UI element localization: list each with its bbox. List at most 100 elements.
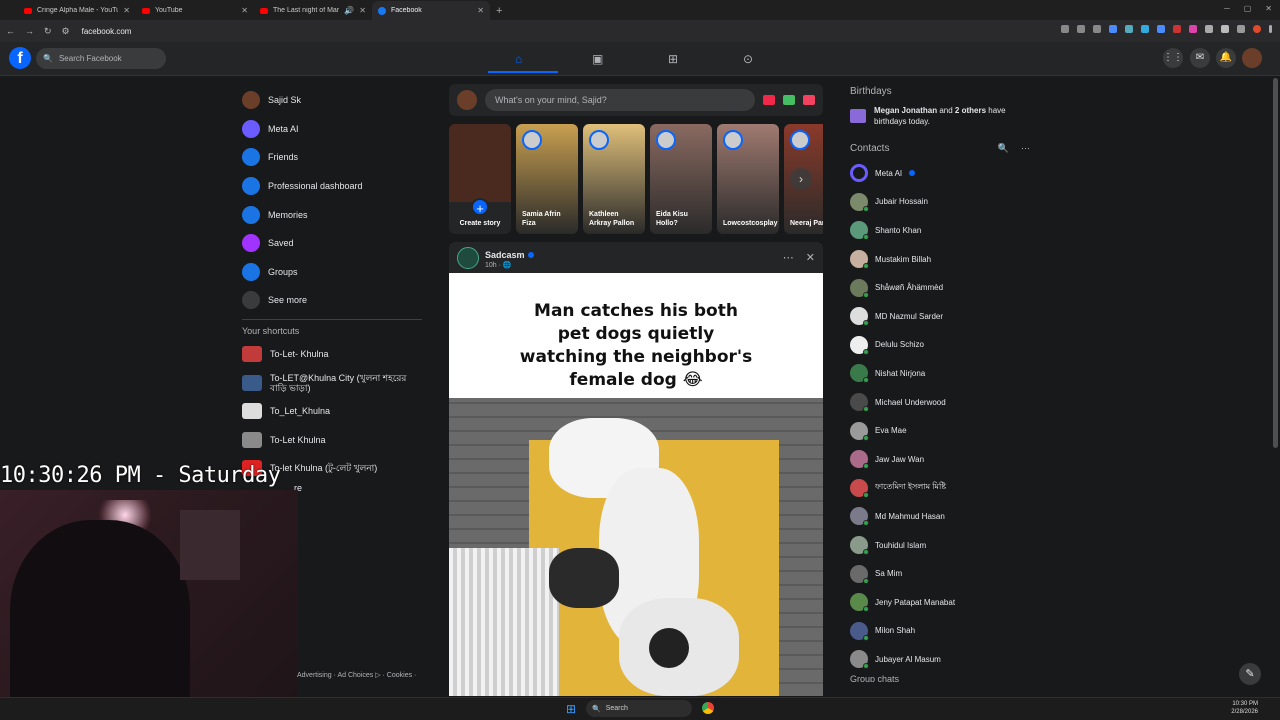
chevron-right-icon[interactable]: › [790, 168, 812, 190]
contact-item[interactable]: Jeny Patapat Manabat [850, 588, 1030, 617]
menu-grid-icon[interactable]: ⋮⋮ [1163, 48, 1183, 68]
sidepanel-icon[interactable] [1237, 25, 1245, 33]
close-icon[interactable]: ✕ [123, 6, 130, 15]
cast-icon[interactable] [1077, 25, 1085, 33]
chrome-icon[interactable] [702, 702, 714, 714]
forward-icon[interactable]: → [25, 26, 34, 36]
sidebar-item[interactable]: Groups [242, 258, 422, 287]
contact-item[interactable]: Jaw Jaw Wan [850, 445, 1030, 474]
birthday-item[interactable]: Megan Jonathan and 2 others have birthda… [850, 105, 1030, 127]
story-card[interactable]: Eida Kisu Hollo? [650, 124, 712, 234]
reel-icon[interactable] [803, 95, 815, 105]
contact-item[interactable]: Md Mahmud Hasan [850, 502, 1030, 531]
zoom-icon[interactable] [1061, 25, 1069, 33]
contact-item[interactable]: Shåwøñ Åhämmèd [850, 273, 1030, 302]
new-message-button[interactable]: ✎ [1239, 663, 1261, 685]
shortcut-item[interactable]: To-LET@Khulna City (খুলনা শহরের বাড়ি ভা… [242, 368, 422, 397]
close-icon[interactable]: ✕ [359, 6, 366, 15]
extension-icon[interactable] [1141, 25, 1149, 33]
scrollbar[interactable] [1273, 78, 1278, 448]
contact-item[interactable]: MD Nazmul Sarder [850, 302, 1030, 331]
account-avatar[interactable] [1242, 48, 1262, 68]
avatar[interactable] [457, 246, 479, 269]
post-time[interactable]: 10h · 🌐 [485, 261, 534, 269]
search-input[interactable]: 🔍 Search Facebook [36, 48, 166, 69]
create-story-card[interactable]: + Create story [449, 124, 511, 234]
extension-icon[interactable] [1189, 25, 1197, 33]
story-card[interactable]: Kathleen Arkray Pallon [583, 124, 645, 234]
browser-tab[interactable]: YouTube ✕ [136, 1, 254, 20]
more-options-icon[interactable]: ⋯ [783, 251, 794, 264]
menu-icon[interactable] [1269, 25, 1272, 33]
site-info-icon[interactable]: ⚙ [62, 26, 70, 37]
post-image[interactable]: Man catches his both pet dogs quietly wa… [449, 273, 823, 696]
contact-item[interactable]: Jubair Hossain [850, 188, 1030, 217]
marketplace-icon[interactable]: ⊞ [668, 52, 678, 66]
sidebar-item[interactable]: Meta AI [242, 115, 422, 144]
contact-item[interactable]: Mustakim Billah [850, 245, 1030, 274]
sidebar-item[interactable]: Sajid Sk [242, 86, 422, 115]
close-icon[interactable]: ✕ [806, 251, 815, 264]
photo-icon[interactable] [783, 95, 795, 105]
live-video-icon[interactable] [763, 95, 775, 105]
close-icon[interactable]: ✕ [477, 6, 484, 15]
back-icon[interactable]: ← [6, 26, 15, 36]
contact-item[interactable]: Michael Underwood [850, 388, 1030, 417]
composer-input[interactable]: What's on your mind, Sajid? [485, 89, 755, 111]
reload-icon[interactable]: ↻ [44, 26, 52, 37]
avatar[interactable] [457, 90, 477, 110]
story-card[interactable]: Lowcostcosplay [717, 124, 779, 234]
windows-start-icon[interactable]: ⊞ [566, 702, 576, 716]
contact-item[interactable]: Eva Mae [850, 416, 1030, 445]
search-icon[interactable]: 🔍 [998, 143, 1009, 154]
extension-icon[interactable] [1125, 25, 1133, 33]
star-icon[interactable] [1093, 25, 1101, 33]
profile-avatar[interactable] [1253, 25, 1261, 33]
facebook-logo[interactable]: f [9, 47, 31, 69]
gaming-icon[interactable]: ⊙ [743, 52, 753, 66]
footer-links[interactable]: Advertising · Ad Choices ▷ · Cookies · [297, 671, 416, 679]
contact-item[interactable]: Delulu Schizo [850, 331, 1030, 360]
puzzle-icon[interactable] [1221, 25, 1229, 33]
sidebar-item[interactable]: Professional dashboard [242, 172, 422, 201]
speaker-icon[interactable]: 🔊 [344, 6, 354, 15]
shortcut-item[interactable]: To-Let Khulna [242, 426, 422, 455]
contact-item[interactable]: Nishat Nirjona [850, 359, 1030, 388]
plus-icon[interactable]: + [471, 198, 489, 216]
close-icon[interactable]: ✕ [241, 6, 248, 15]
contact-item[interactable]: ফাতেমিদা ইসলাম মিষ্টি [850, 474, 1030, 503]
contact-item[interactable]: Meta AI [850, 159, 1030, 188]
sidebar-item[interactable]: Saved [242, 229, 422, 258]
close-window-icon[interactable]: ✕ [1265, 4, 1272, 13]
sidebar-item[interactable]: See more [242, 286, 422, 315]
url-field[interactable]: facebook.com [82, 27, 132, 36]
messenger-icon[interactable]: ✉ [1190, 48, 1210, 68]
shortcut-item[interactable]: To-Let- Khulna [242, 340, 422, 369]
story-card[interactable]: Samia Afrin Fiza [516, 124, 578, 234]
notifications-icon[interactable]: 🔔 [1216, 48, 1236, 68]
contact-item[interactable]: Sa Mim [850, 559, 1030, 588]
new-tab-button[interactable]: + [496, 5, 502, 17]
shortcut-item[interactable]: To_Let_Khulna [242, 397, 422, 426]
taskbar-search[interactable]: 🔍 Search [586, 700, 692, 717]
minimize-icon[interactable]: ─ [1224, 4, 1230, 13]
extension-icon[interactable] [1109, 25, 1117, 33]
contact-item[interactable]: Shanto Khan [850, 216, 1030, 245]
sidebar-item[interactable]: Friends [242, 143, 422, 172]
home-icon[interactable]: ⌂ [515, 52, 522, 66]
browser-tab[interactable]: Cringe Alpha Male - YouTube ✕ [18, 1, 136, 20]
extension-icon[interactable] [1173, 25, 1181, 33]
sidebar-item[interactable]: Memories [242, 200, 422, 229]
contact-item[interactable]: Jubayer Al Masum [850, 645, 1030, 674]
post-author[interactable]: Sadcasm [485, 250, 525, 260]
maximize-icon[interactable]: ▢ [1244, 4, 1252, 13]
browser-tab-active[interactable]: Facebook ✕ [372, 1, 490, 20]
extension-icon[interactable] [1205, 25, 1213, 33]
contact-item[interactable]: Touhidul Islam [850, 531, 1030, 560]
taskbar-clock[interactable]: 10:30 PM 2/28/2026 [1231, 700, 1258, 716]
video-icon[interactable]: ▣ [592, 52, 603, 66]
contact-item[interactable]: Milon Shah [850, 617, 1030, 646]
more-options-icon[interactable]: ⋯ [1021, 143, 1030, 154]
browser-tab[interactable]: The Last night of Mars in A 🔊 ✕ [254, 1, 372, 20]
extension-icon[interactable] [1157, 25, 1165, 33]
